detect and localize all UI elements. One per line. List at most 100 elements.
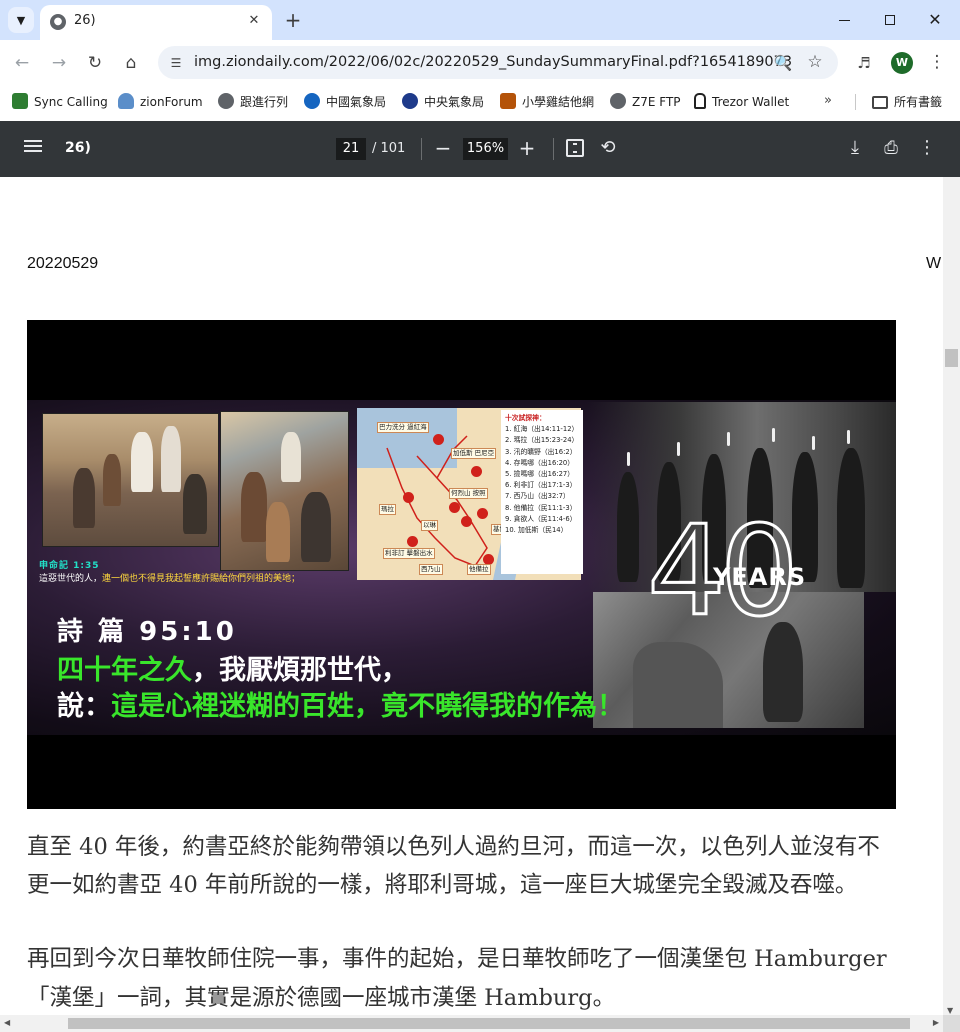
page-number-input[interactable]: 21 xyxy=(336,138,366,160)
bookmark-label: zionForum xyxy=(140,95,203,109)
document-date: 20220529 xyxy=(27,255,99,272)
bookmark-trezor[interactable]: Trezor Wallet xyxy=(694,92,789,112)
sync-calling-icon xyxy=(12,93,28,109)
bookmark-label: Trezor Wallet xyxy=(712,95,790,109)
scripture-quote: 這惡世代的人，連一個也不得見我起誓應許賜給你們列祖的美地； xyxy=(39,571,300,584)
psalm-highlight: 這是心裡迷糊的百姓，竟不曉得我的作為！ xyxy=(111,691,624,722)
download-icon[interactable]: ⤓ xyxy=(844,136,866,160)
more-options-icon[interactable]: ⋮ xyxy=(917,136,937,160)
ten-tests-list: 十次試探神： 1. 紅海（出14:11-12） 2. 瑪拉（出15:23-24）… xyxy=(501,410,583,574)
bookmark-star-icon[interactable]: ☆ xyxy=(804,51,826,73)
minimize-button[interactable] xyxy=(822,5,868,35)
zoom-icon[interactable]: 🔍 xyxy=(772,52,794,74)
toolbar-divider xyxy=(421,138,422,160)
psalm-line-1: 四十年之久，我厭煩那世代， xyxy=(57,648,408,687)
map-label: 何烈山 按照 xyxy=(449,488,488,499)
bookmark-label: 所有書籤 xyxy=(894,95,943,109)
sidebar-menu-icon[interactable] xyxy=(22,137,44,159)
scroll-left-arrow-icon[interactable]: ◀ xyxy=(4,1018,10,1027)
bookmark-label: 小學雞結他網 xyxy=(522,95,595,109)
zoom-level-input[interactable]: 156% xyxy=(463,138,508,160)
scripture-reference: 申命記 1:35 xyxy=(39,561,100,571)
moses-painting-image xyxy=(42,413,219,547)
horizontal-scrollbar[interactable]: ◀ ▶ xyxy=(0,1015,943,1032)
address-bar[interactable]: ☰ img.ziondaily.com/2022/06/02c/20220529… xyxy=(158,46,838,79)
list-item: 7. 西乃山（出32:7） xyxy=(505,492,570,501)
scrollbar-corner xyxy=(943,1015,960,1032)
list-item: 6. 利非訂（出17:1-3） xyxy=(505,481,577,490)
map-marker xyxy=(449,502,460,513)
list-item: 3. 汛的曠野（出16:2） xyxy=(505,447,577,456)
map-marker xyxy=(403,492,414,503)
pdf-page: 20220529 W 巴力洗分 過紅海 加低斯 巴尼亞 瑪拉 利非訂 擊磐出水 … xyxy=(0,177,943,1017)
bookmark-ftp[interactable]: Z7E FTP xyxy=(610,92,681,112)
bookmarks-overflow-button[interactable]: » xyxy=(824,93,832,108)
bookmark-label: 中央氣象局 xyxy=(424,95,485,109)
all-bookmarks-folder[interactable]: 所有書籤 xyxy=(872,92,942,112)
map-label: 他備拉 xyxy=(467,564,491,575)
bookmark-cwb[interactable]: 中央氣象局 xyxy=(402,92,484,112)
map-label: 利非訂 擊磐出水 xyxy=(383,548,435,559)
site-info-icon[interactable]: ☰ xyxy=(166,53,186,73)
list-item: 9. 貪欲人（民11:4-6） xyxy=(505,514,577,523)
map-label: 瑪拉 xyxy=(379,504,396,515)
page-total: / 101 xyxy=(372,141,406,156)
maximize-icon xyxy=(885,15,895,25)
sermon-slide-image: 巴力洗分 過紅海 加低斯 巴尼亞 瑪拉 利非訂 擊磐出水 何烈山 按照 以琳 西… xyxy=(27,320,896,809)
scroll-down-arrow-icon[interactable]: ▼ xyxy=(947,1006,953,1015)
close-window-button[interactable]: ✕ xyxy=(912,5,958,35)
pdf-title: 26) xyxy=(65,140,91,156)
home-button[interactable]: ⌂ xyxy=(118,50,144,76)
years-label: YEARS xyxy=(713,563,807,591)
scripture-quote-part: 這惡世代的人， xyxy=(39,574,103,584)
scroll-right-arrow-icon[interactable]: ▶ xyxy=(933,1018,939,1027)
cwb-icon xyxy=(402,93,418,109)
browser-menu-icon[interactable]: ⋮ xyxy=(926,51,948,73)
israelites-painting-image xyxy=(220,411,349,571)
tab-strip: ▼ ● 26) ✕ + ✕ xyxy=(0,0,960,40)
fit-page-icon[interactable] xyxy=(566,139,584,157)
rotate-icon[interactable]: ⟲ xyxy=(597,136,619,160)
bookmark-follow-list[interactable]: 跟進行列 xyxy=(218,92,288,112)
bookmark-cma[interactable]: 中國氣象局 xyxy=(304,92,386,112)
vertical-scrollbar[interactable]: ▼ xyxy=(943,177,960,1017)
guitar-icon xyxy=(500,93,516,109)
list-title: 十次試探神： xyxy=(505,414,546,422)
body-paragraph-line: 「漢堡」一詞，其實是源於德國一座城市漢堡 Hamburg。 xyxy=(27,985,616,1011)
bookmark-zionforum[interactable]: zionForum xyxy=(118,92,203,112)
tab-title: 26) xyxy=(74,13,96,28)
browser-tab[interactable]: ● 26) ✕ xyxy=(40,5,272,40)
tab-search-button[interactable]: ▼ xyxy=(8,7,34,33)
zoom-in-button[interactable]: + xyxy=(516,135,538,161)
print-icon[interactable]: ⎙ xyxy=(879,136,903,160)
psalm-highlight: 四十年之久 xyxy=(57,655,192,686)
lock-icon xyxy=(694,93,706,109)
list-item: 4. 存嗎哪（出16:20） xyxy=(505,458,575,467)
maximize-button[interactable] xyxy=(867,5,913,35)
bookmark-sync-calling[interactable]: Sync Calling xyxy=(12,92,108,112)
browser-toolbar: ← → ↻ ⌂ ☰ img.ziondaily.com/2022/06/02c/… xyxy=(0,40,960,86)
bookmarks-divider xyxy=(855,94,856,110)
map-marker xyxy=(461,516,472,527)
vertical-scroll-thumb[interactable] xyxy=(945,349,958,367)
zoom-out-button[interactable]: − xyxy=(432,135,454,161)
globe-icon xyxy=(610,93,626,109)
bookmark-label: 中國氣象局 xyxy=(326,95,387,109)
url-text[interactable]: img.ziondaily.com/2022/06/02c/20220529_S… xyxy=(194,54,792,70)
bookmark-label: Sync Calling xyxy=(34,95,108,109)
horizontal-scroll-thumb[interactable] xyxy=(68,1018,910,1029)
back-button[interactable]: ← xyxy=(9,50,35,76)
profile-avatar[interactable]: W xyxy=(891,52,913,74)
forward-button[interactable]: → xyxy=(46,50,72,76)
close-tab-icon[interactable]: ✕ xyxy=(244,11,264,31)
list-item: 8. 他備拉（民11:1-3） xyxy=(505,503,577,512)
globe-icon xyxy=(218,93,234,109)
bookmark-label: 跟進行列 xyxy=(240,95,289,109)
new-tab-button[interactable]: + xyxy=(282,9,304,31)
map-marker xyxy=(471,466,482,477)
reload-button[interactable]: ↻ xyxy=(82,50,108,76)
list-item: 2. 瑪拉（出15:23-24） xyxy=(505,436,579,445)
media-control-icon[interactable]: ♬ xyxy=(852,52,876,74)
folder-icon xyxy=(872,96,888,109)
bookmark-guitar[interactable]: 小學雞結他網 xyxy=(500,92,594,112)
